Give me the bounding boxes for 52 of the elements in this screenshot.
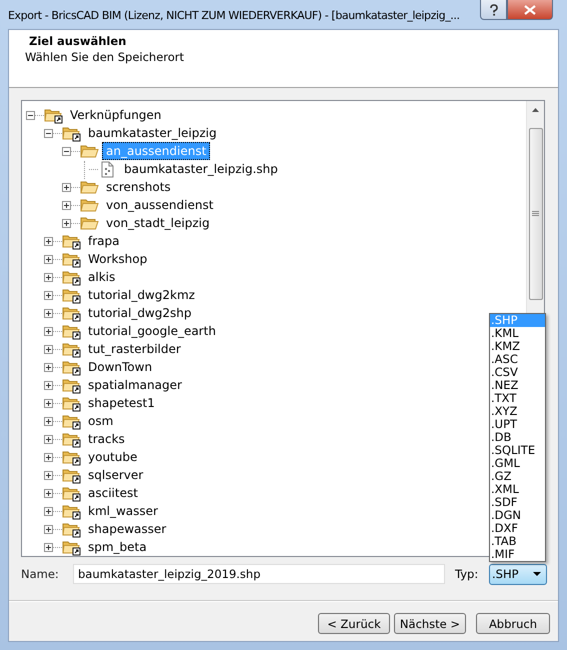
- tree-item[interactable]: von_stadt_leipzig: [102, 214, 214, 232]
- step-subtitle: Wählen Sie den Speicherort: [25, 50, 186, 64]
- tree-item[interactable]: baumkataster_leipzig.shp: [120, 160, 282, 178]
- tree-item[interactable]: spm_beta: [84, 538, 151, 556]
- tree-item[interactable]: screnshots: [102, 178, 175, 196]
- step-title: Ziel auswählen: [29, 34, 128, 48]
- dropdown-option[interactable]: .TXT: [490, 392, 545, 405]
- type-label: Typ:: [455, 567, 480, 581]
- dropdown-option[interactable]: .DGN: [490, 509, 545, 522]
- dropdown-option[interactable]: .SQLITE: [490, 444, 545, 457]
- dropdown-option[interactable]: .DB: [490, 431, 545, 444]
- window-title: Export - BricsCAD BIM (Lizenz, NICHT ZUM WIEDERVERKAUF) - [baumkataster_leipzig_...: [8, 8, 460, 22]
- dropdown-option[interactable]: .MIF: [490, 548, 545, 561]
- dropdown-option[interactable]: .GML: [490, 457, 545, 470]
- dropdown-option[interactable]: .TAB: [490, 535, 545, 548]
- tree-item[interactable]: shapetest1: [84, 394, 159, 412]
- name-field[interactable]: baumkataster_leipzig_2019.shp: [73, 564, 445, 584]
- dropdown-option[interactable]: .XYZ: [490, 405, 545, 418]
- dropdown-option[interactable]: .UPT: [490, 418, 545, 431]
- tree-item[interactable]: baumkataster_leipzig: [84, 124, 221, 142]
- dropdown-option[interactable]: .GZ: [490, 470, 545, 483]
- dropdown-option[interactable]: .CSV: [490, 366, 545, 379]
- tree-item[interactable]: youtube: [84, 448, 142, 466]
- tree-item[interactable]: tut_rasterbilder: [84, 340, 185, 358]
- tree-item[interactable]: frapa: [84, 232, 124, 250]
- dropdown-option[interactable]: .KML: [490, 327, 545, 340]
- tree-item[interactable]: Workshop: [84, 250, 152, 268]
- tree-item[interactable]: alkis: [84, 268, 120, 286]
- tree-item[interactable]: sqlserver: [84, 466, 148, 484]
- tree-item[interactable]: asciitest: [84, 484, 142, 502]
- dropdown-option[interactable]: .NEZ: [490, 379, 545, 392]
- tree-item[interactable]: tutorial_dwg2kmz: [84, 286, 199, 304]
- dropdown-option[interactable]: .ASC: [490, 353, 545, 366]
- dropdown-option[interactable]: .SDF: [490, 496, 545, 509]
- tree-item[interactable]: shapewasser: [84, 520, 170, 538]
- tree-item[interactable]: Verknüpfungen: [66, 106, 166, 124]
- dropdown-option[interactable]: .KMZ: [490, 340, 545, 353]
- name-label: Name:: [21, 567, 60, 581]
- tree-item[interactable]: tutorial_dwg2shp: [84, 304, 196, 322]
- wizard-button[interactable]: Abbruch: [476, 613, 550, 634]
- wizard-button[interactable]: Nächste >: [394, 613, 466, 634]
- tree-item[interactable]: spatialmanager: [84, 376, 186, 394]
- tree-item[interactable]: osm: [84, 412, 118, 430]
- tree-item[interactable]: kml_wasser: [84, 502, 162, 520]
- tree-item[interactable]: tutorial_google_earth: [84, 322, 220, 340]
- tree-item[interactable]: DownTown: [84, 358, 156, 376]
- tree-item[interactable]: tracks: [84, 430, 129, 448]
- dropdown-option[interactable]: .XML: [490, 483, 545, 496]
- wizard-button[interactable]: < Zurück: [318, 613, 390, 634]
- dropdown-option[interactable]: .DXF: [490, 522, 545, 535]
- type-dropdown[interactable]: .SHP: [489, 564, 547, 584]
- tree-item[interactable]: von_aussendienst: [102, 196, 218, 214]
